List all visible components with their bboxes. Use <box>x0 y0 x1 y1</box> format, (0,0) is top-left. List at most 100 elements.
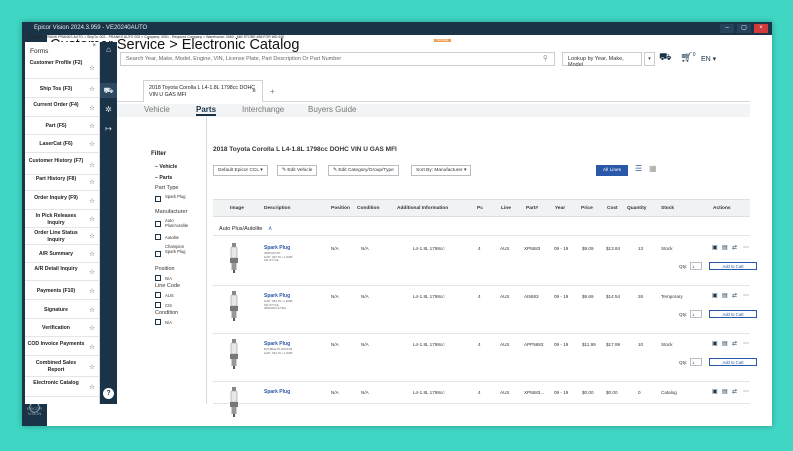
language-select[interactable]: EN ▾ <box>701 55 716 63</box>
qty-input[interactable]: 1 <box>690 262 702 270</box>
form-item[interactable]: Payments (F10) ☆ <box>25 282 99 300</box>
add-to-cart-button[interactable]: Add to Cart <box>709 358 757 366</box>
favorite-star-icon[interactable]: ☆ <box>89 287 95 295</box>
image-icon[interactable]: ▣ <box>712 292 718 299</box>
all-lines-button[interactable]: All Lines <box>596 165 628 176</box>
tab-vehicle[interactable]: Vehicle <box>144 105 170 114</box>
form-item[interactable]: Combined Sales Report ☆ <box>25 357 99 377</box>
interchange-icon[interactable]: ⇄ <box>732 388 737 395</box>
vehicle-lookup-icon[interactable]: ⛟ <box>659 52 672 65</box>
search-icon[interactable]: ⚲ <box>543 54 548 62</box>
favorite-star-icon[interactable]: ☆ <box>89 268 95 276</box>
chevron-up-icon[interactable]: ∧ <box>268 226 272 232</box>
filter-vehicle[interactable]: – Vehicle <box>155 164 177 170</box>
close-tab-icon[interactable]: × <box>252 88 256 95</box>
form-item[interactable]: Electronic Catalog ☆ <box>25 377 99 397</box>
edit-category-button[interactable]: ✎ Edit Category/Group/Type <box>328 165 399 176</box>
more-icon[interactable]: ⋯ <box>743 340 749 347</box>
info-icon[interactable]: ▤ <box>722 292 728 299</box>
favorite-star-icon[interactable]: ☆ <box>89 85 95 93</box>
info-icon[interactable]: ▤ <box>722 340 728 347</box>
checkbox[interactable] <box>155 221 161 227</box>
tab-parts[interactable]: Parts <box>196 105 217 116</box>
qty-input[interactable]: 1 <box>690 310 702 318</box>
maximize-button[interactable]: ▢ <box>737 24 751 33</box>
add-to-cart-button[interactable]: Add to Cart <box>709 262 757 270</box>
vehicle-icon[interactable]: ⛟ <box>100 83 117 98</box>
close-window-button[interactable]: × <box>754 24 768 33</box>
minimize-button[interactable]: – <box>720 24 734 33</box>
spark-plug-image[interactable] <box>227 339 241 369</box>
form-item[interactable]: In Pick Releases Inquiry ☆ <box>25 210 99 228</box>
interchange-icon[interactable]: ⇄ <box>732 292 737 299</box>
info-icon[interactable]: ▤ <box>722 244 728 251</box>
tab-buyers-guide[interactable]: Buyers Guide <box>308 105 356 114</box>
form-item[interactable]: Customer History (F7) ☆ <box>25 155 99 175</box>
close-icon[interactable]: × <box>92 43 96 49</box>
favorite-star-icon[interactable]: ☆ <box>89 140 95 148</box>
image-icon[interactable]: ▣ <box>712 388 718 395</box>
favorite-star-icon[interactable]: ☆ <box>89 161 95 169</box>
form-item[interactable]: Customer Profile (F2) ☆ <box>25 57 99 79</box>
part-description-link[interactable]: Spark Plug <box>264 389 290 395</box>
logout-icon[interactable]: ↦ <box>100 121 117 136</box>
interchange-icon[interactable]: ⇄ <box>732 340 737 347</box>
favorite-star-icon[interactable]: ☆ <box>89 306 95 314</box>
spark-plug-image[interactable] <box>227 387 241 417</box>
spark-plug-image[interactable] <box>227 243 241 273</box>
checkbox[interactable] <box>155 196 161 202</box>
more-icon[interactable]: ⋯ <box>743 292 749 299</box>
group-header[interactable]: Auto Plus/Autolite ∧ <box>213 221 750 236</box>
home-icon[interactable]: ⌂ <box>100 42 117 57</box>
edit-vehicle-button[interactable]: ✎ Edit Vehicle <box>277 165 318 176</box>
checkbox[interactable] <box>155 292 161 298</box>
favorite-star-icon[interactable]: ☆ <box>89 104 95 112</box>
favorite-star-icon[interactable]: ☆ <box>89 232 95 240</box>
vehicle-tab[interactable]: 2018 Toyota Corolla L L4-1.8L 1798cc DOH… <box>143 80 263 102</box>
add-to-cart-button[interactable]: Add to Cart <box>709 310 757 318</box>
form-item[interactable]: LaserCat (F6) ☆ <box>25 135 99 153</box>
form-item[interactable]: A/R Summary ☆ <box>25 245 99 263</box>
favorite-star-icon[interactable]: ☆ <box>89 64 95 72</box>
catalog-dropdown[interactable]: Default Epicor CCL ▾ <box>213 165 268 176</box>
form-item[interactable]: Part (F5) ☆ <box>25 117 99 135</box>
tab-interchange[interactable]: Interchange <box>242 105 284 114</box>
checkbox[interactable] <box>155 302 161 308</box>
more-icon[interactable]: ⋯ <box>743 388 749 395</box>
sort-dropdown[interactable]: Sort By: Manufacturer ▾ <box>411 165 472 176</box>
favorite-star-icon[interactable]: ☆ <box>89 215 95 223</box>
cart-icon[interactable]: 🛒︎0 <box>680 52 695 63</box>
chevron-down-icon[interactable]: ▾ <box>644 52 655 66</box>
filter-parts[interactable]: – Parts <box>155 175 172 181</box>
favorite-star-icon[interactable]: ☆ <box>89 343 95 351</box>
image-icon[interactable]: ▣ <box>712 244 718 251</box>
list-view-icon[interactable]: ☰ <box>635 164 642 173</box>
qty-input[interactable]: 1 <box>690 358 702 366</box>
grid-view-icon[interactable]: ▦ <box>649 164 657 173</box>
interchange-icon[interactable]: ⇄ <box>732 244 737 251</box>
info-icon[interactable]: ▤ <box>722 388 728 395</box>
more-icon[interactable]: ⋯ <box>743 244 749 251</box>
favorite-star-icon[interactable]: ☆ <box>89 197 95 205</box>
settings-icon[interactable]: ✲ <box>100 102 117 117</box>
favorite-star-icon[interactable]: ☆ <box>89 178 95 186</box>
form-item[interactable]: Current Order (F4) ☆ <box>25 99 99 117</box>
form-item[interactable]: Order Line Status Inquiry ☆ <box>25 227 99 245</box>
favorite-star-icon[interactable]: ☆ <box>89 122 95 130</box>
spark-plug-image[interactable] <box>227 291 241 321</box>
search-input[interactable]: Search Year, Make, Model, Engine, VIN, L… <box>120 52 555 66</box>
checkbox[interactable] <box>155 275 161 281</box>
add-tab-icon[interactable]: + <box>270 87 275 96</box>
favorite-star-icon[interactable]: ☆ <box>89 250 95 258</box>
checkbox[interactable] <box>155 234 161 240</box>
form-item[interactable]: Signature ☆ <box>25 301 99 319</box>
image-icon[interactable]: ▣ <box>712 340 718 347</box>
favorite-star-icon[interactable]: ☆ <box>89 363 95 371</box>
form-item[interactable]: COD Invoice Payments ☆ <box>25 338 99 356</box>
favorite-star-icon[interactable]: ☆ <box>89 383 95 391</box>
form-item[interactable]: Order Inquiry (F9) ☆ <box>25 192 99 210</box>
help-icon[interactable]: ? <box>103 388 114 399</box>
lookup-select[interactable]: Lookup by Year, Make, Model <box>562 52 642 68</box>
form-item[interactable]: Ship Tos (F3) ☆ <box>25 80 99 98</box>
form-item[interactable]: A/R Detail Inquiry ☆ <box>25 263 99 281</box>
